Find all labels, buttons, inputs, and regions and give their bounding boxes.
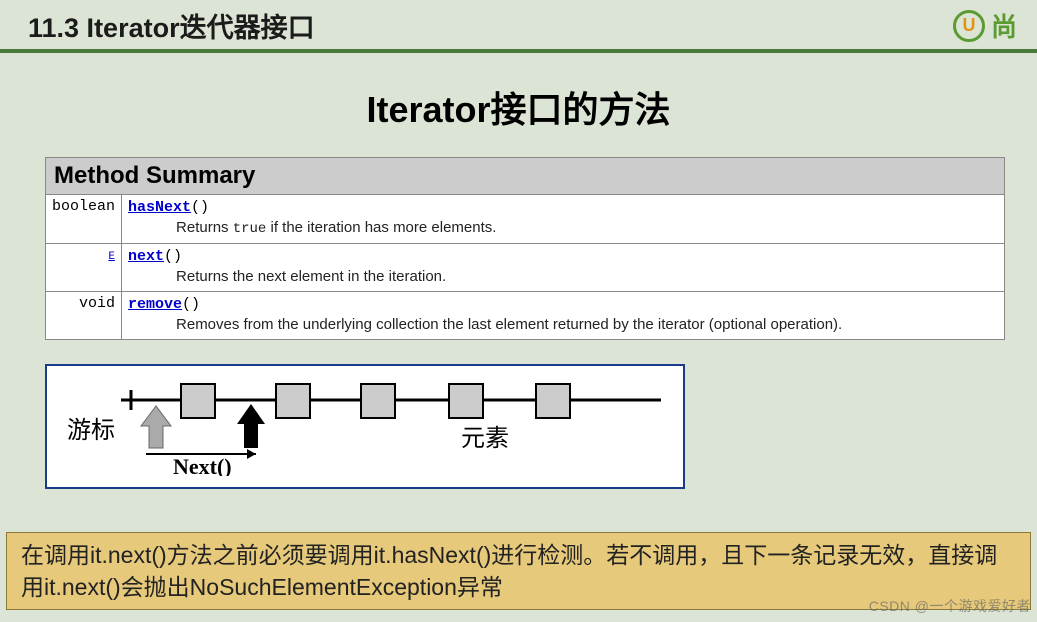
table-row: void remove() Removes from the underlyin…: [46, 292, 1005, 340]
table-row: boolean hasNext() Returns true if the it…: [46, 195, 1005, 244]
method-link-next[interactable]: next: [128, 248, 164, 265]
type-link[interactable]: E: [108, 251, 115, 263]
watermark: CSDN @一个游戏爱好者: [869, 596, 1031, 616]
next-label: Next(): [173, 454, 232, 476]
cursor-label: 游标: [67, 417, 115, 444]
method-desc: Returns the next element in the iteratio…: [128, 265, 998, 285]
logo-text: 尚: [991, 7, 1017, 44]
method-link-remove[interactable]: remove: [128, 296, 182, 313]
method-cell: next() Returns the next element in the i…: [122, 244, 1005, 292]
return-type: void: [46, 292, 122, 340]
method-desc: Returns true if the iteration has more e…: [128, 216, 998, 237]
page-title: Iterator接口的方法: [0, 81, 1037, 133]
table-header: Method Summary: [46, 158, 1005, 195]
diagram-svg: 游标 元素 Next(): [61, 376, 671, 476]
method-link-hasnext[interactable]: hasNext: [128, 199, 191, 216]
method-summary-table: Method Summary boolean hasNext() Returns…: [45, 157, 1005, 340]
section-title: 11.3 Iterator迭代器接口: [28, 6, 315, 45]
method-desc: Removes from the underlying collection t…: [128, 313, 998, 333]
brand-logo: U 尚: [953, 7, 1017, 44]
logo-icon: U: [953, 10, 985, 42]
iterator-diagram: 游标 元素 Next(): [45, 364, 685, 489]
method-cell: remove() Removes from the underlying col…: [122, 292, 1005, 340]
method-cell: hasNext() Returns true if the iteration …: [122, 195, 1005, 244]
return-type: E: [46, 244, 122, 292]
element-label: 元素: [461, 425, 509, 452]
return-type: boolean: [46, 195, 122, 244]
header-bar: 11.3 Iterator迭代器接口 U 尚: [0, 0, 1037, 53]
table-row: E next() Returns the next element in the…: [46, 244, 1005, 292]
